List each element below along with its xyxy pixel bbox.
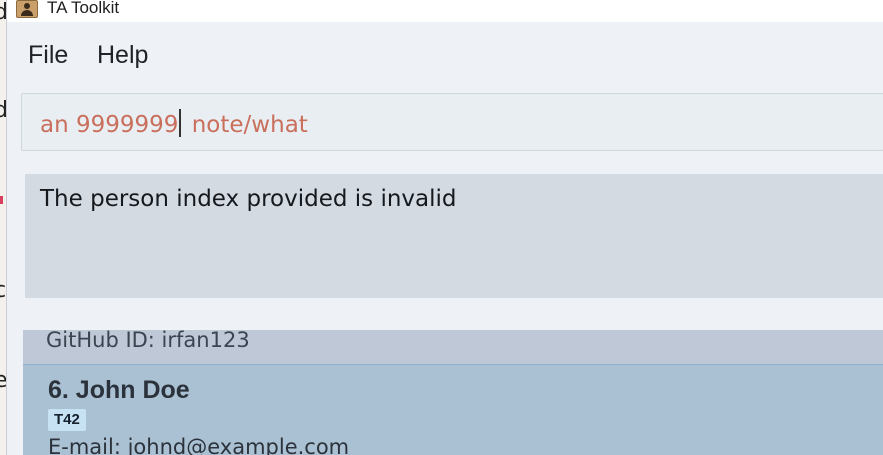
result-message: The person index provided is invalid bbox=[40, 186, 457, 212]
person-card-selected[interactable]: 6. John Doe T42 E-mail: johnd@example.co… bbox=[23, 364, 883, 455]
result-display: The person index provided is invalid bbox=[25, 174, 883, 298]
command-box: an 9999999 note/what bbox=[21, 93, 883, 151]
menu-file[interactable]: File bbox=[28, 41, 68, 70]
window-title: TA Toolkit bbox=[47, 0, 120, 17]
person-name: 6. John Doe bbox=[48, 376, 190, 404]
person-card[interactable]: GitHub ID: irfan123 bbox=[23, 330, 883, 364]
command-text-after-caret: note/what bbox=[184, 112, 308, 138]
title-bar[interactable]: TA Toolkit bbox=[7, 0, 883, 22]
menu-help[interactable]: Help bbox=[97, 41, 148, 70]
github-id-field: GitHub ID: irfan123 bbox=[46, 330, 250, 352]
text-caret bbox=[179, 109, 182, 137]
address-book-icon bbox=[16, 0, 38, 18]
tag-badge: T42 bbox=[48, 409, 86, 431]
app-window: TA Toolkit File Help an 9999999 note/wha… bbox=[6, 0, 883, 455]
command-input[interactable]: an 9999999 note/what bbox=[40, 109, 870, 139]
menu-bar: File Help bbox=[7, 32, 883, 84]
person-list[interactable]: GitHub ID: irfan123 6. John Doe T42 E-ma… bbox=[23, 330, 883, 455]
command-text-before-caret: an 9999999 bbox=[40, 112, 179, 138]
email-field: E-mail: johnd@example.com bbox=[48, 435, 350, 455]
